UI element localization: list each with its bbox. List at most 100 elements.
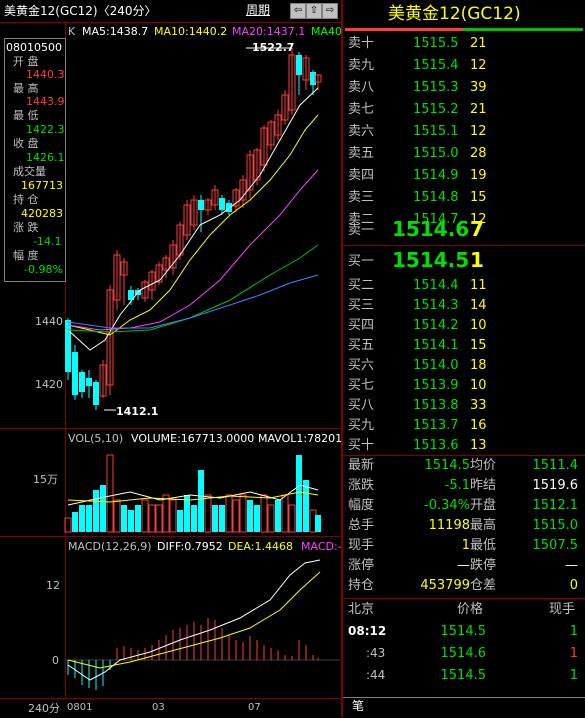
buy-level-label: 买八 bbox=[348, 398, 375, 413]
sell1-qty: 7 bbox=[470, 217, 484, 241]
volume-bar bbox=[106, 454, 114, 533]
tick-time: 08:12 bbox=[348, 624, 387, 638]
candle-body bbox=[72, 352, 78, 395]
volume-bar bbox=[198, 470, 204, 532]
sell-level-qty: 39 bbox=[470, 80, 487, 95]
sell-level-price: 1515.0 bbox=[413, 146, 459, 161]
volume-bar bbox=[296, 455, 302, 532]
tick-time: :43 bbox=[366, 646, 386, 660]
volume-bar bbox=[267, 504, 275, 533]
sell-level-price: 1514.8 bbox=[413, 190, 459, 205]
buy-level-price: 1513.6 bbox=[413, 438, 459, 453]
volume-bar bbox=[100, 485, 106, 532]
tick-time: :44 bbox=[366, 668, 386, 682]
buy-level-qty: 13 bbox=[470, 438, 487, 453]
candle-body bbox=[296, 55, 302, 75]
period-label: 240分 bbox=[28, 702, 60, 715]
buy-level-price: 1514.2 bbox=[413, 318, 459, 333]
buy-level-price: 1514.3 bbox=[413, 298, 459, 313]
buy-level-price: 1513.7 bbox=[413, 418, 459, 433]
volume-bar bbox=[128, 510, 134, 532]
stat-value: 1507.5 bbox=[532, 538, 579, 553]
volume-bar bbox=[275, 500, 281, 532]
buy-level-qty: 33 bbox=[470, 398, 487, 413]
stat-label: 幅度 bbox=[348, 498, 375, 513]
x-tick-07: 07 bbox=[248, 702, 261, 713]
sell-level-qty: 21 bbox=[470, 36, 487, 51]
stat-value: -5.1 bbox=[444, 478, 470, 493]
volume-bar bbox=[113, 499, 121, 533]
volume-bar bbox=[93, 490, 99, 532]
sell-level-label: 卖五 bbox=[348, 146, 375, 161]
ticks-header-qty: 现手 bbox=[549, 602, 576, 617]
stats-divider bbox=[343, 455, 585, 456]
buy-level-label: 买十 bbox=[348, 438, 375, 453]
tick-qty: 1 bbox=[569, 646, 578, 661]
volume-bar bbox=[177, 510, 183, 532]
orderbook-mid-divider bbox=[343, 245, 585, 246]
sell-level-price: 1515.2 bbox=[413, 102, 459, 117]
sell-level-label: 卖六 bbox=[348, 124, 375, 139]
volume-bar bbox=[239, 494, 247, 533]
sell-level-qty: 28 bbox=[470, 146, 487, 161]
ticks-divider bbox=[343, 598, 585, 599]
sell-level-qty: 12 bbox=[470, 124, 487, 139]
tick-price: 1514.5 bbox=[440, 668, 487, 683]
stat-value: 1519.6 bbox=[532, 478, 579, 493]
stat-label: 最新 bbox=[348, 458, 375, 473]
buy-level-label: 买六 bbox=[348, 358, 375, 373]
volume-bar bbox=[212, 505, 218, 532]
stat-value: 1515.0 bbox=[532, 518, 579, 533]
ma-long-line bbox=[67, 274, 319, 329]
buy-level-price: 1514.1 bbox=[413, 338, 459, 353]
tick-price: 1514.5 bbox=[440, 624, 487, 639]
sell-level-label: 卖七 bbox=[348, 102, 375, 117]
volume-bar bbox=[247, 500, 253, 532]
ticks-header-price: 价格 bbox=[457, 602, 484, 617]
stat-label: 总手 bbox=[348, 518, 375, 533]
macd-lines bbox=[67, 559, 321, 681]
candle-body bbox=[86, 378, 92, 386]
stat-label: 涨跌 bbox=[348, 478, 375, 493]
ticks-header-time: 北京 bbox=[348, 602, 375, 617]
candle-body bbox=[93, 382, 99, 405]
kline-chart-canvas[interactable] bbox=[0, 0, 342, 717]
sell-level-label: 卖九 bbox=[348, 58, 375, 73]
buy-level-qty: 10 bbox=[470, 318, 487, 333]
stat-label: 现手 bbox=[348, 538, 375, 553]
volume-bar bbox=[148, 504, 156, 533]
volume-bar bbox=[72, 512, 78, 532]
quote-title: 美黄金12(GC12) bbox=[388, 4, 521, 24]
sell-strength-bar bbox=[345, 28, 463, 31]
buy-level-price: 1513.9 bbox=[413, 378, 459, 393]
stat-value: — bbox=[565, 558, 578, 573]
volume-bar bbox=[184, 495, 190, 532]
sell-level-qty: 19 bbox=[470, 168, 487, 183]
buy-level-price: 1514.4 bbox=[413, 278, 459, 293]
buy-level-label: 买五 bbox=[348, 338, 375, 353]
quote-bottom-tabs bbox=[343, 697, 585, 718]
volume-bar bbox=[155, 504, 163, 533]
buy-strength-bar bbox=[463, 28, 583, 31]
sell-level-price: 1515.4 bbox=[413, 58, 459, 73]
tab-ticks[interactable]: 笔 bbox=[352, 700, 364, 712]
stat-value: -0.34% bbox=[424, 498, 470, 513]
volume-bar bbox=[204, 494, 212, 533]
sell-level-price: 1515.1 bbox=[413, 124, 459, 139]
buy-level-qty: 10 bbox=[470, 378, 487, 393]
sell-level-qty: 21 bbox=[470, 102, 487, 117]
stat-value: 1511.4 bbox=[532, 458, 579, 473]
buy-level-price: 1514.0 bbox=[413, 358, 459, 373]
volume-bar bbox=[169, 499, 177, 533]
volume-bar bbox=[121, 505, 127, 532]
sell-level-qty: 15 bbox=[470, 190, 487, 205]
stat-label: 涨停 bbox=[348, 558, 375, 573]
volume-bar bbox=[303, 480, 309, 532]
volume-bar bbox=[191, 505, 197, 532]
candle-body bbox=[79, 372, 85, 392]
buy1-qty: 1 bbox=[470, 248, 484, 272]
x-tick-03: 03 bbox=[152, 702, 165, 713]
sell1-label: 卖一 bbox=[348, 223, 375, 238]
buy-level-qty: 14 bbox=[470, 298, 487, 313]
sell1-price: 1514.6 bbox=[392, 217, 470, 241]
